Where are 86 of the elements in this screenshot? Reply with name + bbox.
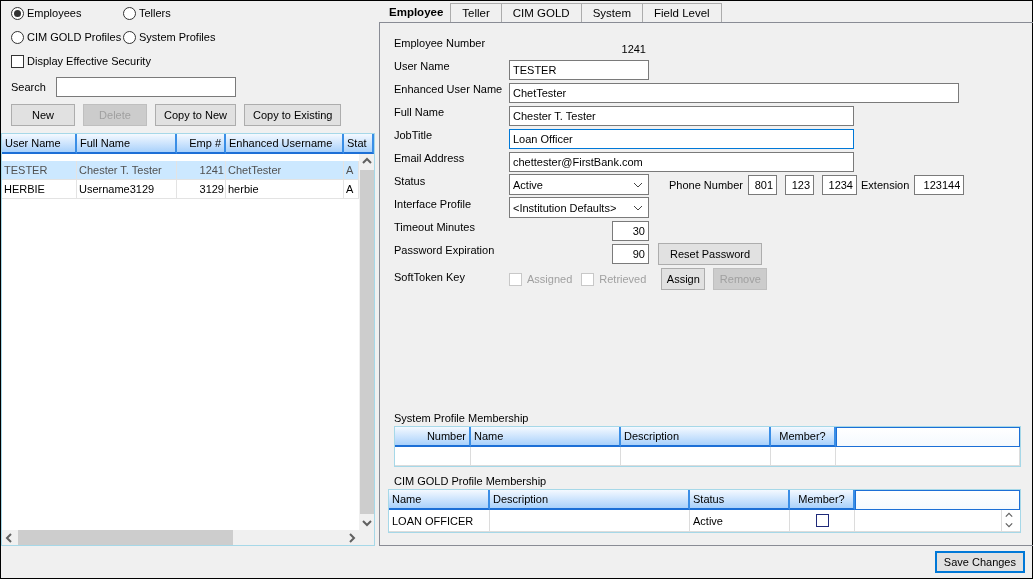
- token-button[interactable]: Assign: [661, 268, 706, 290]
- field-label: JobTitle: [394, 128, 434, 141]
- list-button[interactable]: Copy to New: [155, 104, 236, 126]
- caret-icon: [633, 203, 643, 212]
- email-address-field[interactable]: chettester@FirstBank.com: [509, 151, 854, 172]
- field-label: Status: [394, 174, 427, 187]
- radio-button[interactable]: [11, 6, 24, 20]
- table-cell: 3129: [177, 180, 226, 198]
- section-title: System Profile Membership: [394, 412, 530, 424]
- column-header[interactable]: Number: [395, 427, 471, 447]
- field-label: User Name: [394, 59, 451, 72]
- search-label: Search: [11, 81, 47, 93]
- field-label: Interface Profile: [394, 197, 473, 210]
- caret-icon: [633, 180, 643, 189]
- extension-field[interactable]: 123144: [914, 174, 965, 195]
- horizontal-scrollbar[interactable]: [2, 530, 374, 545]
- table-row[interactable]: TESTER Chester T. Tester 1241 ChetTester A: [2, 161, 359, 180]
- checkbox-label: Assigned: [527, 273, 573, 285]
- field-label: Timeout Minutes: [394, 220, 476, 233]
- radio-label: CIM GOLD Profiles: [27, 31, 122, 43]
- enhanced-user-name-field[interactable]: ChetTester: [509, 82, 959, 103]
- column-header[interactable]: Description: [621, 427, 771, 447]
- table-cell: herbie: [226, 180, 344, 198]
- list-button[interactable]: New: [11, 104, 75, 126]
- checkbox-label: Retrieved: [599, 273, 647, 285]
- field-label: Extension: [861, 178, 910, 191]
- tab[interactable]: Field Level: [642, 3, 722, 22]
- radio-button[interactable]: [11, 30, 24, 44]
- table-cell: HERBIE: [2, 180, 77, 198]
- table-cell: Active: [690, 510, 790, 531]
- table-cell: 1241: [177, 161, 226, 179]
- interface-profile-dropdown[interactable]: <Institution Defaults>: [509, 197, 649, 218]
- radio-button[interactable]: [123, 6, 136, 20]
- field-label: SoftToken Key: [394, 270, 466, 283]
- search-field[interactable]: [56, 77, 236, 97]
- tab[interactable]: Teller: [450, 3, 502, 22]
- table-cell: Chester T. Tester: [77, 161, 177, 179]
- list-button[interactable]: Copy to Existing: [244, 104, 342, 126]
- user-name-field[interactable]: TESTER: [509, 59, 649, 80]
- scroll-up-icon[interactable]: [361, 156, 372, 166]
- column-header[interactable]: Name: [389, 490, 490, 510]
- full-name-field[interactable]: Chester T. Tester: [509, 105, 854, 126]
- column-header[interactable]: Status: [690, 490, 790, 510]
- scrollbar-thumb[interactable]: [18, 530, 233, 545]
- employee-number-value: 1241: [621, 41, 647, 55]
- save-changes-button[interactable]: Save Changes: [934, 551, 1025, 573]
- field-label: Phone Number: [669, 178, 743, 191]
- scroll-left-icon[interactable]: [4, 532, 14, 543]
- phone-number-field[interactable]: 123: [785, 174, 814, 195]
- radio-label: Tellers: [139, 7, 171, 19]
- job-title-field[interactable]: Loan Officer: [509, 128, 854, 149]
- table-cell: TESTER: [2, 161, 77, 179]
- password-expiration-field[interactable]: 90: [612, 243, 649, 264]
- reset-password-button[interactable]: Reset Password: [658, 242, 762, 265]
- column-header[interactable]: Member?: [790, 490, 855, 510]
- table-cell: LOAN OFFICER: [389, 510, 490, 531]
- section-title: CIM GOLD Profile Membership: [394, 475, 548, 487]
- column-header[interactable]: User Name: [2, 134, 77, 154]
- column-header[interactable]: Stat: [344, 134, 374, 154]
- field-label: Full Name: [394, 105, 446, 118]
- column-header[interactable]: Name: [471, 427, 621, 447]
- tab[interactable]: System: [580, 3, 644, 22]
- column-header[interactable]: Member?: [771, 427, 836, 447]
- radio-button[interactable]: [123, 30, 136, 44]
- status-dropdown[interactable]: Active: [509, 174, 649, 195]
- checkbox[interactable]: [815, 514, 829, 527]
- radio-label: Employees: [27, 7, 82, 19]
- timeout-minutes-field[interactable]: 30: [612, 220, 649, 241]
- radio-label: System Profiles: [139, 31, 216, 43]
- column-header[interactable]: Description: [490, 490, 690, 510]
- field-label: Email Address: [394, 151, 466, 164]
- scroll-right-icon[interactable]: [347, 532, 357, 543]
- phone-number-field[interactable]: 801: [748, 174, 777, 195]
- field-label: Password Expiration: [394, 243, 496, 256]
- scroll-down-icon[interactable]: [361, 518, 372, 528]
- column-header[interactable]: Enhanced Username: [226, 134, 344, 154]
- field-label: Enhanced User Name: [394, 82, 504, 95]
- table-cell: ChetTester: [226, 161, 344, 179]
- checkbox-label: Display Effective Security: [27, 55, 151, 67]
- phone-number-field[interactable]: 1234: [822, 174, 857, 195]
- checkbox[interactable]: [11, 54, 24, 68]
- field-label: Employee Number: [394, 36, 487, 49]
- table-row[interactable]: HERBIE Username3129 3129 herbie A: [2, 180, 359, 199]
- column-header[interactable]: Emp #: [177, 134, 226, 154]
- table-cell: Username3129: [77, 180, 177, 198]
- column-header[interactable]: Full Name: [77, 134, 177, 154]
